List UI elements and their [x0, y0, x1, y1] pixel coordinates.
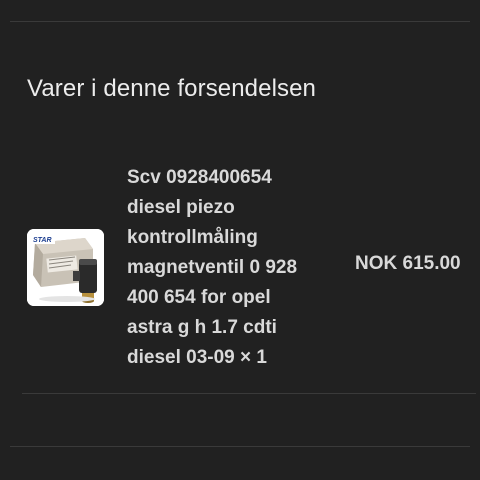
thumbnail-logo-text: STAR [33, 237, 52, 244]
section-title: Varer i denne forsendelsen [27, 75, 317, 102]
top-divider [10, 21, 470, 22]
product-price: NOK 615.00 [355, 253, 461, 274]
product-thumbnail[interactable]: STAR [27, 229, 104, 306]
shipment-items-page: Varer i denne forsendelsen STAR Scv 0928… [0, 0, 480, 480]
item-divider [22, 393, 476, 394]
bottom-divider [10, 446, 470, 447]
order-item-row[interactable]: STAR Scv 0928400654 diesel piezo kontrol… [0, 155, 480, 385]
product-name[interactable]: Scv 0928400654 diesel piezo kontrollmåli… [127, 163, 342, 373]
product-photo-icon: STAR [27, 229, 104, 306]
